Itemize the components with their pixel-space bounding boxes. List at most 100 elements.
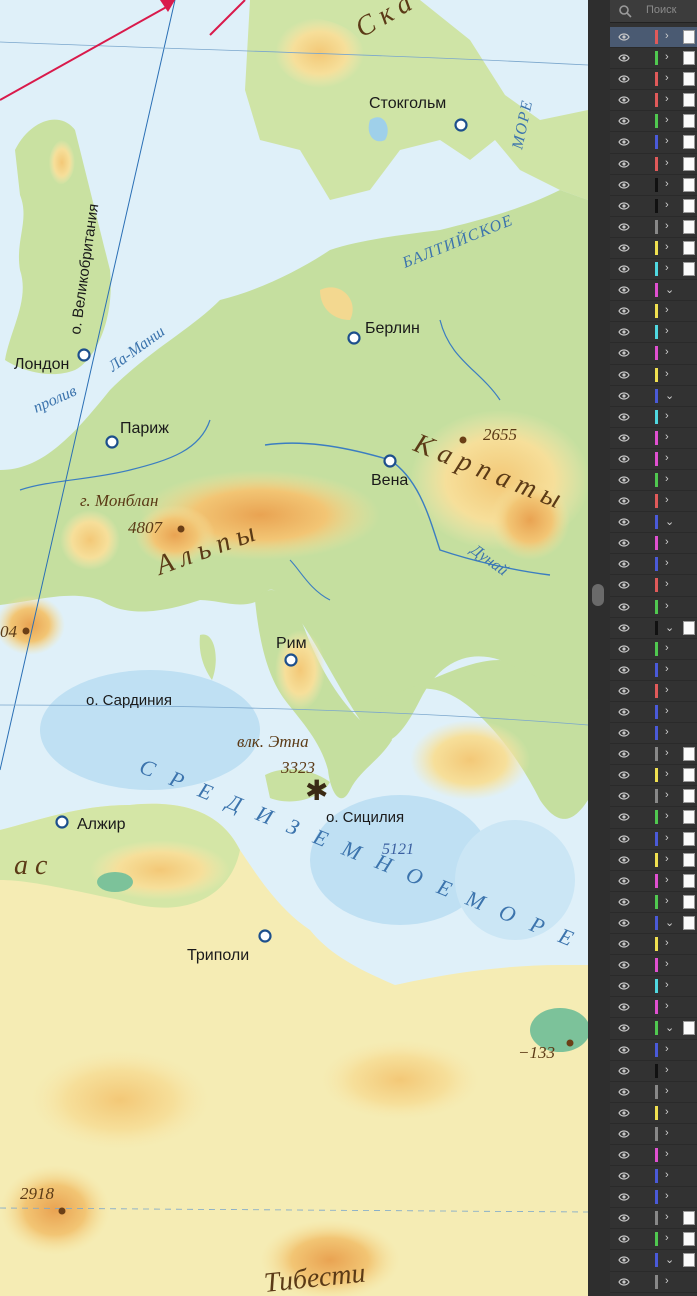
chevron-right-icon[interactable]: › [665, 1106, 669, 1118]
layer-row[interactable]: › [610, 871, 697, 892]
chevron-right-icon[interactable]: › [665, 874, 669, 886]
layer-row[interactable]: › [610, 1124, 697, 1145]
eye-icon[interactable] [618, 391, 630, 401]
eye-icon[interactable] [618, 960, 630, 970]
eye-icon[interactable] [618, 644, 630, 654]
layer-row[interactable]: › [610, 597, 697, 618]
eye-icon[interactable] [618, 1277, 630, 1287]
eye-icon[interactable] [618, 1066, 630, 1076]
chevron-right-icon[interactable]: › [665, 642, 669, 654]
chevron-right-icon[interactable]: › [665, 410, 669, 422]
chevron-right-icon[interactable]: › [665, 304, 669, 316]
layer-row[interactable]: › [610, 1272, 697, 1293]
eye-icon[interactable] [618, 791, 630, 801]
chevron-right-icon[interactable]: › [665, 178, 669, 190]
eye-icon[interactable] [618, 1150, 630, 1160]
eye-icon[interactable] [618, 981, 630, 991]
chevron-right-icon[interactable]: › [665, 1043, 669, 1055]
layer-row[interactable]: › [610, 533, 697, 555]
layer-row[interactable]: › [610, 470, 697, 492]
layer-row[interactable]: › [610, 111, 697, 133]
layer-row[interactable]: ⌄ [610, 913, 697, 935]
layer-row[interactable]: › [610, 1187, 697, 1209]
layer-row[interactable]: › [610, 175, 697, 196]
eye-icon[interactable] [618, 1045, 630, 1055]
marker-tripoli[interactable] [258, 929, 272, 943]
chevron-right-icon[interactable]: › [665, 1275, 669, 1287]
eye-icon[interactable] [618, 707, 630, 717]
eye-icon[interactable] [618, 728, 630, 738]
chevron-right-icon[interactable]: › [665, 262, 669, 274]
eye-icon[interactable] [618, 538, 630, 548]
layer-row[interactable]: › [610, 407, 697, 428]
eye-icon[interactable] [618, 475, 630, 485]
chevron-right-icon[interactable]: › [665, 832, 669, 844]
chevron-down-icon[interactable]: ⌄ [665, 283, 674, 296]
layer-row[interactable]: › [610, 744, 697, 766]
eye-icon[interactable] [618, 327, 630, 337]
layer-row[interactable]: › [610, 723, 697, 745]
layer-row[interactable]: › [610, 1229, 697, 1251]
chevron-right-icon[interactable]: › [665, 157, 669, 169]
eye-icon[interactable] [618, 876, 630, 886]
chevron-down-icon[interactable]: ⌄ [665, 621, 674, 634]
layer-row[interactable]: › [610, 702, 697, 724]
layer-row[interactable]: › [610, 765, 697, 787]
chevron-right-icon[interactable]: › [665, 1232, 669, 1244]
chevron-right-icon[interactable]: › [665, 368, 669, 380]
eye-icon[interactable] [618, 412, 630, 422]
layer-row[interactable]: › [610, 554, 697, 576]
chevron-right-icon[interactable]: › [665, 663, 669, 675]
layer-row[interactable]: › [610, 259, 697, 281]
chevron-right-icon[interactable]: › [665, 135, 669, 147]
eye-icon[interactable] [618, 74, 630, 84]
chevron-right-icon[interactable]: › [665, 1064, 669, 1076]
chevron-down-icon[interactable]: ⌄ [665, 389, 674, 402]
chevron-right-icon[interactable]: › [665, 810, 669, 822]
search-input[interactable]: Поиск [646, 4, 676, 16]
eye-icon[interactable] [618, 1171, 630, 1181]
marker-berlin[interactable] [347, 331, 361, 345]
layer-row[interactable]: › [610, 1145, 697, 1167]
eye-icon[interactable] [618, 348, 630, 358]
eye-icon[interactable] [618, 918, 630, 928]
layer-row[interactable]: › [610, 1208, 697, 1230]
eye-icon[interactable] [618, 665, 630, 675]
eye-icon[interactable] [618, 454, 630, 464]
layer-row[interactable]: ⌄ [610, 280, 697, 302]
layer-row[interactable]: ⌄ [610, 386, 697, 407]
layer-row[interactable]: › [610, 1103, 697, 1124]
chevron-right-icon[interactable]: › [665, 452, 669, 464]
layer-row[interactable]: ⌄ [610, 618, 697, 639]
eye-icon[interactable] [618, 855, 630, 865]
layer-row[interactable]: › [610, 301, 697, 323]
chevron-right-icon[interactable]: › [665, 1169, 669, 1181]
chevron-right-icon[interactable]: › [665, 1000, 669, 1012]
eye-icon[interactable] [618, 243, 630, 253]
chevron-right-icon[interactable]: › [665, 600, 669, 612]
layer-row[interactable]: › [610, 892, 697, 913]
chevron-right-icon[interactable]: › [665, 494, 669, 506]
marker-vienna[interactable] [383, 454, 397, 468]
chevron-right-icon[interactable]: › [665, 346, 669, 358]
chevron-right-icon[interactable]: › [665, 536, 669, 548]
eye-icon[interactable] [618, 1023, 630, 1033]
layer-row[interactable]: › [610, 639, 697, 660]
chevron-right-icon[interactable]: › [665, 1148, 669, 1160]
scrollbar-thumb[interactable] [592, 584, 604, 606]
chevron-right-icon[interactable]: › [665, 747, 669, 759]
layer-row[interactable]: › [610, 132, 697, 154]
eye-icon[interactable] [618, 559, 630, 569]
eye-icon[interactable] [618, 686, 630, 696]
eye-icon[interactable] [618, 496, 630, 506]
chevron-right-icon[interactable]: › [665, 557, 669, 569]
eye-icon[interactable] [618, 1255, 630, 1265]
eye-icon[interactable] [618, 1192, 630, 1202]
layer-row[interactable]: › [610, 90, 697, 112]
layer-row[interactable]: › [610, 491, 697, 513]
eye-icon[interactable] [618, 1002, 630, 1012]
chevron-right-icon[interactable]: › [665, 199, 669, 211]
layer-row[interactable]: ⌄ [610, 512, 697, 534]
eye-icon[interactable] [618, 834, 630, 844]
marker-algiers[interactable] [55, 815, 69, 829]
